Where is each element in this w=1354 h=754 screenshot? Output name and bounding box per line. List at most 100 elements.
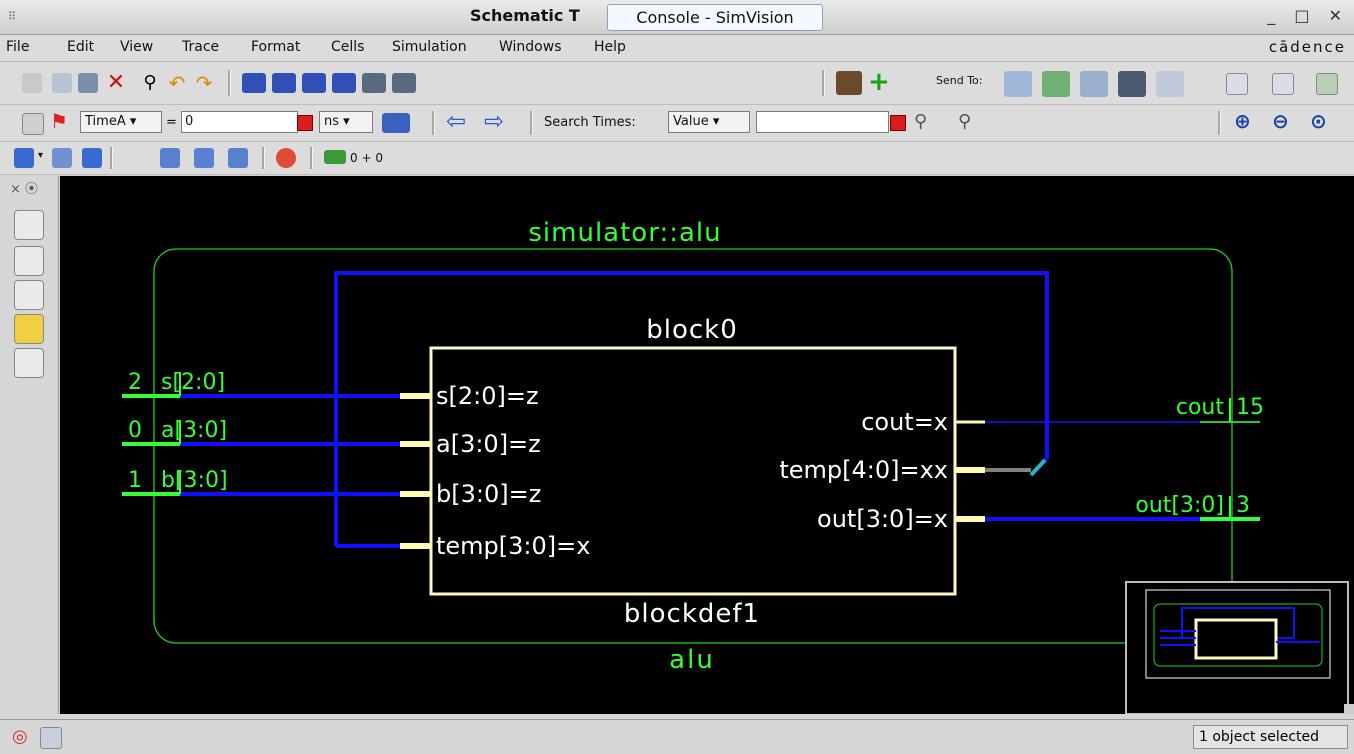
zoom-in-icon[interactable]: ⊕ bbox=[1234, 111, 1254, 131]
find-icon[interactable]: ⚲ bbox=[140, 73, 160, 93]
toolbar-sim: ▾ 0 + 0 bbox=[0, 142, 1354, 175]
run-dropdown-icon[interactable]: ▾ bbox=[38, 150, 43, 161]
b-value: 1 bbox=[128, 468, 142, 493]
add-icon[interactable]: + bbox=[868, 69, 890, 95]
expand-icon[interactable] bbox=[392, 73, 416, 93]
paste-icon[interactable] bbox=[78, 73, 98, 93]
cout-value: 15 bbox=[1236, 395, 1264, 420]
status-bar: ◎ 1 object selected bbox=[0, 719, 1354, 754]
status-message: 1 object selected bbox=[1193, 725, 1348, 749]
cout-port-label: cout=x bbox=[861, 408, 948, 436]
undo-icon[interactable]: ↶ bbox=[167, 73, 187, 93]
stop-icon[interactable] bbox=[276, 148, 296, 168]
send-to-label: Send To: bbox=[936, 74, 983, 87]
menu-cells[interactable]: Cells bbox=[331, 39, 364, 55]
step-into-icon[interactable] bbox=[194, 148, 214, 168]
menu-trace[interactable]: Trace bbox=[182, 39, 219, 55]
forward-arrow-icon[interactable]: ⇨ bbox=[484, 109, 504, 133]
back-arrow-icon[interactable]: ⇦ bbox=[446, 109, 466, 133]
time-dropdown-icon[interactable] bbox=[297, 115, 313, 131]
window-title: Schematic T bbox=[470, 6, 580, 25]
minimap[interactable] bbox=[1125, 581, 1354, 714]
search-value-input[interactable] bbox=[756, 111, 889, 133]
time-step-icon[interactable] bbox=[382, 113, 410, 133]
run-icon[interactable] bbox=[14, 148, 34, 168]
zoom-out-icon[interactable]: ⊖ bbox=[1272, 111, 1292, 131]
menu-view[interactable]: View bbox=[120, 39, 153, 55]
search-next-icon[interactable]: ⚲ bbox=[958, 111, 978, 132]
window-menu-icon[interactable]: ⠿ bbox=[8, 10, 20, 23]
send-to-waveform-icon[interactable] bbox=[1042, 71, 1070, 97]
schematic-canvas[interactable]: simulator::alu alu 2 s[2:0] 0 a[3:0] 1 b… bbox=[60, 176, 1354, 714]
trace-status-icon[interactable] bbox=[40, 727, 62, 749]
collapse-icon[interactable] bbox=[362, 73, 386, 93]
step-out-icon[interactable] bbox=[228, 148, 248, 168]
s-value: 2 bbox=[128, 370, 142, 395]
block-name: block0 bbox=[646, 315, 738, 345]
step-icon[interactable] bbox=[160, 148, 180, 168]
maximize-icon[interactable]: □ bbox=[1294, 6, 1309, 25]
out-name: out[3:0] bbox=[1135, 493, 1224, 518]
zoom-fit-icon[interactable]: ⊙ bbox=[1310, 111, 1330, 131]
close-icon[interactable]: ✕ bbox=[1329, 6, 1342, 25]
marker-flag-icon[interactable]: ⚑ bbox=[50, 111, 70, 131]
temp-in-port-label: temp[3:0]=x bbox=[436, 532, 590, 560]
window-split-icon[interactable] bbox=[1272, 73, 1294, 95]
trace-driver-icon[interactable] bbox=[242, 73, 266, 93]
calculator-icon[interactable] bbox=[1316, 73, 1338, 95]
sim-time-value: 0 + 0 bbox=[350, 151, 383, 165]
lock-icon[interactable] bbox=[22, 113, 44, 135]
send-to-source-icon[interactable] bbox=[1080, 71, 1108, 97]
menu-simulation[interactable]: Simulation bbox=[392, 39, 467, 55]
copy-icon[interactable] bbox=[52, 73, 72, 93]
s-name: s[2:0] bbox=[161, 370, 225, 395]
menu-edit[interactable]: Edit bbox=[67, 39, 94, 55]
plug-icon[interactable] bbox=[14, 348, 44, 378]
title-bar: ⠿ Schematic T Console - SimVision _ □ ✕ bbox=[0, 0, 1354, 35]
package-icon[interactable] bbox=[836, 71, 862, 95]
send-to-browser-icon[interactable] bbox=[1004, 71, 1032, 97]
redo-icon[interactable]: ↷ bbox=[194, 73, 214, 93]
time-value-input[interactable]: 0 bbox=[181, 111, 298, 133]
b-port-label: b[3:0]=z bbox=[436, 480, 541, 508]
menu-help[interactable]: Help bbox=[594, 39, 626, 55]
instance-title: simulator::alu bbox=[528, 218, 721, 248]
send-to-register-icon[interactable] bbox=[1156, 71, 1184, 97]
target-icon[interactable]: ◎ bbox=[12, 727, 32, 747]
menu-format[interactable]: Format bbox=[251, 39, 300, 55]
block-def: blockdef1 bbox=[624, 599, 760, 629]
window-layout-icon[interactable] bbox=[1226, 73, 1248, 95]
trace-fanout-icon[interactable] bbox=[332, 73, 356, 93]
trace-icon[interactable] bbox=[14, 280, 44, 310]
tooltip-console: Console - SimVision bbox=[607, 4, 823, 31]
sim-time-icon bbox=[324, 150, 346, 164]
b-name: b[3:0] bbox=[161, 468, 228, 493]
schematic-icon[interactable] bbox=[14, 246, 44, 276]
a-name: a[3:0] bbox=[161, 418, 227, 443]
toolbar-time: ⚑ TimeA ▾ = 0 ns ▾ ⇦ ⇨ Search Times: Val… bbox=[0, 105, 1354, 142]
feedback-highlight bbox=[1029, 458, 1047, 477]
marker-icon[interactable] bbox=[14, 314, 44, 344]
send-to-schematic-icon[interactable] bbox=[1118, 71, 1146, 97]
time-unit-select[interactable]: ns ▾ bbox=[319, 111, 373, 133]
cout-name: cout bbox=[1176, 395, 1224, 420]
a-value: 0 bbox=[128, 418, 142, 443]
cadence-logo: cādence bbox=[1268, 38, 1346, 56]
browser-icon[interactable] bbox=[14, 210, 44, 240]
menu-bar: File Edit View Trace Format Cells Simula… bbox=[0, 35, 1354, 62]
search-dropdown-icon[interactable] bbox=[890, 115, 906, 131]
select-icon[interactable] bbox=[22, 73, 42, 93]
search-mode-select[interactable]: Value ▾ bbox=[668, 111, 750, 133]
trace-all-icon[interactable] bbox=[302, 73, 326, 93]
search-prev-icon[interactable]: ⚲ bbox=[914, 111, 934, 132]
trace-load-icon[interactable] bbox=[272, 73, 296, 93]
rewind-icon[interactable] bbox=[82, 148, 102, 168]
time-name-select[interactable]: TimeA ▾ bbox=[80, 111, 162, 133]
pause-icon[interactable] bbox=[52, 148, 72, 168]
close-panel-icon[interactable]: × ⦿ bbox=[10, 178, 38, 197]
menu-file[interactable]: File bbox=[6, 39, 29, 55]
minimize-icon[interactable]: _ bbox=[1267, 6, 1275, 25]
module-label: alu bbox=[669, 645, 715, 675]
menu-windows[interactable]: Windows bbox=[499, 39, 562, 55]
delete-icon[interactable]: ✕ bbox=[106, 72, 126, 94]
